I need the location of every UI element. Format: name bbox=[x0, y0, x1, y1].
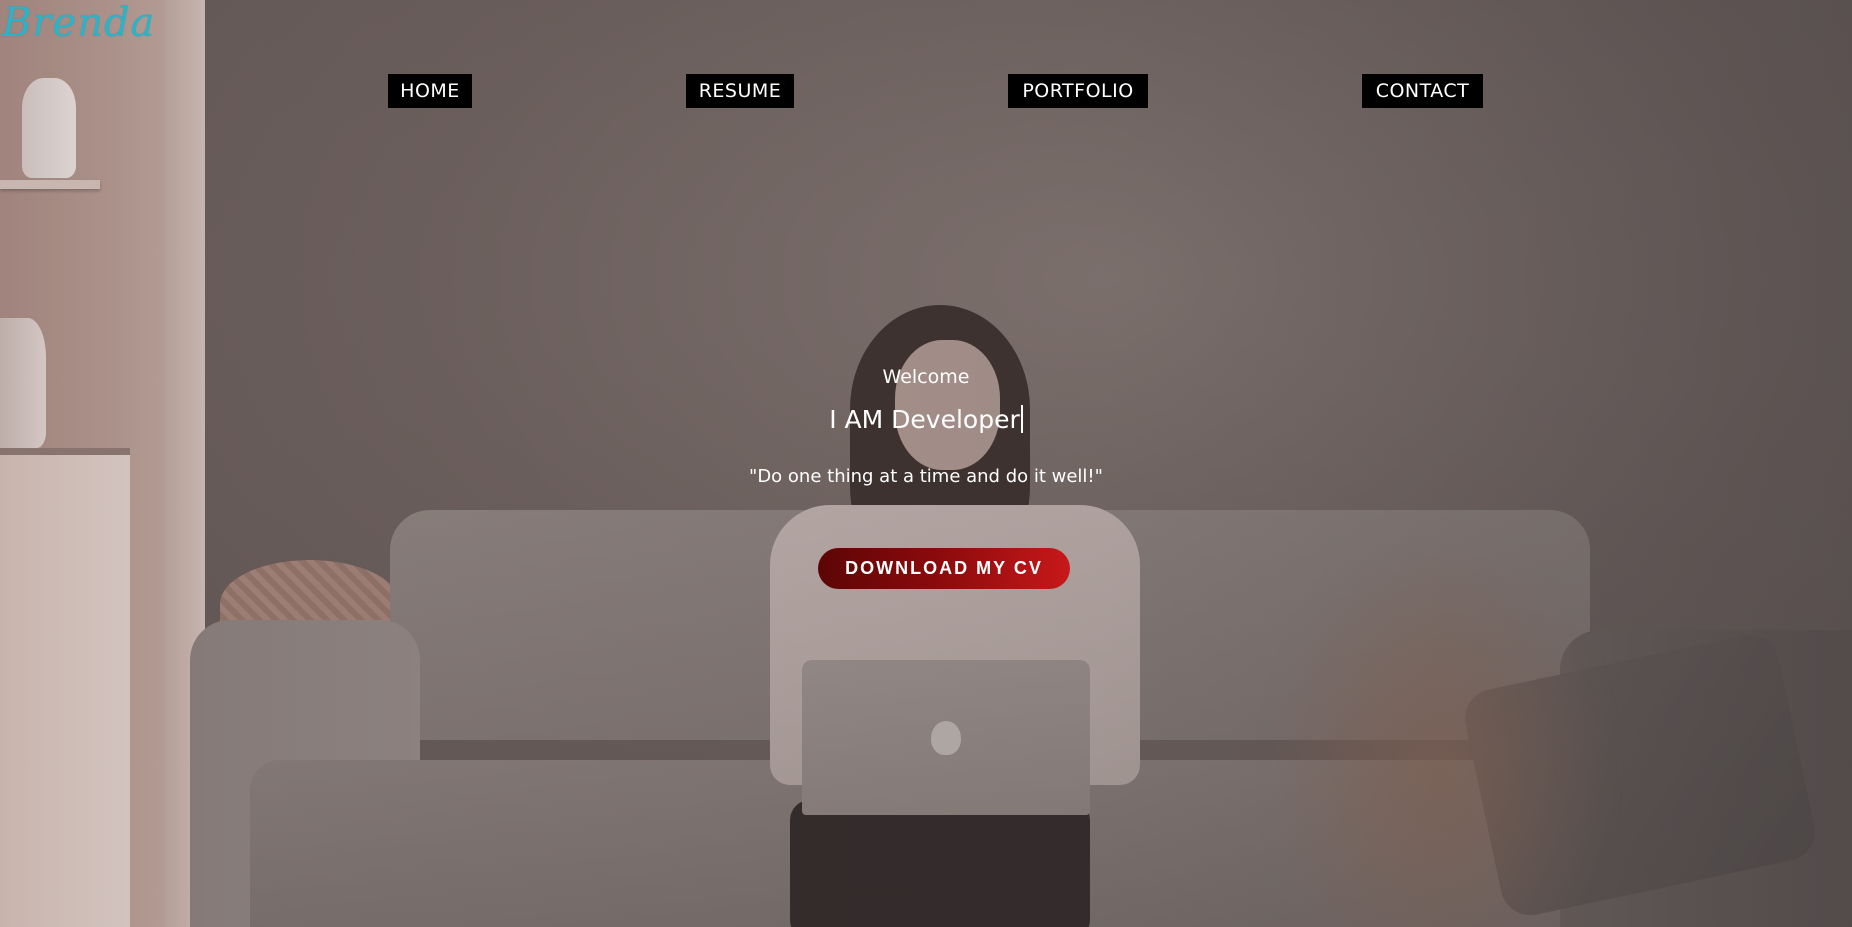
quote-text: "Do one thing at a time and do it well!" bbox=[749, 466, 1103, 487]
download-cv-button[interactable]: DOWNLOAD MY CV bbox=[818, 548, 1070, 589]
welcome-text: Welcome bbox=[882, 366, 970, 388]
dark-overlay bbox=[0, 0, 1852, 927]
role-heading: I AM Developer bbox=[0, 405, 1852, 434]
main-navigation: HOME RESUME PORTFOLIO CONTACT bbox=[0, 74, 1852, 108]
nav-item-contact[interactable]: CONTACT bbox=[1362, 74, 1483, 108]
nav-item-resume[interactable]: RESUME bbox=[686, 74, 794, 108]
text-cursor bbox=[1020, 405, 1023, 433]
nav-item-home[interactable]: HOME bbox=[388, 74, 472, 108]
nav-item-portfolio[interactable]: PORTFOLIO bbox=[1008, 74, 1148, 108]
typed-role-text: I AM Developer bbox=[829, 405, 1020, 434]
brand-logo[interactable]: Brenda bbox=[2, 0, 155, 46]
hero-background-image bbox=[0, 0, 1852, 927]
